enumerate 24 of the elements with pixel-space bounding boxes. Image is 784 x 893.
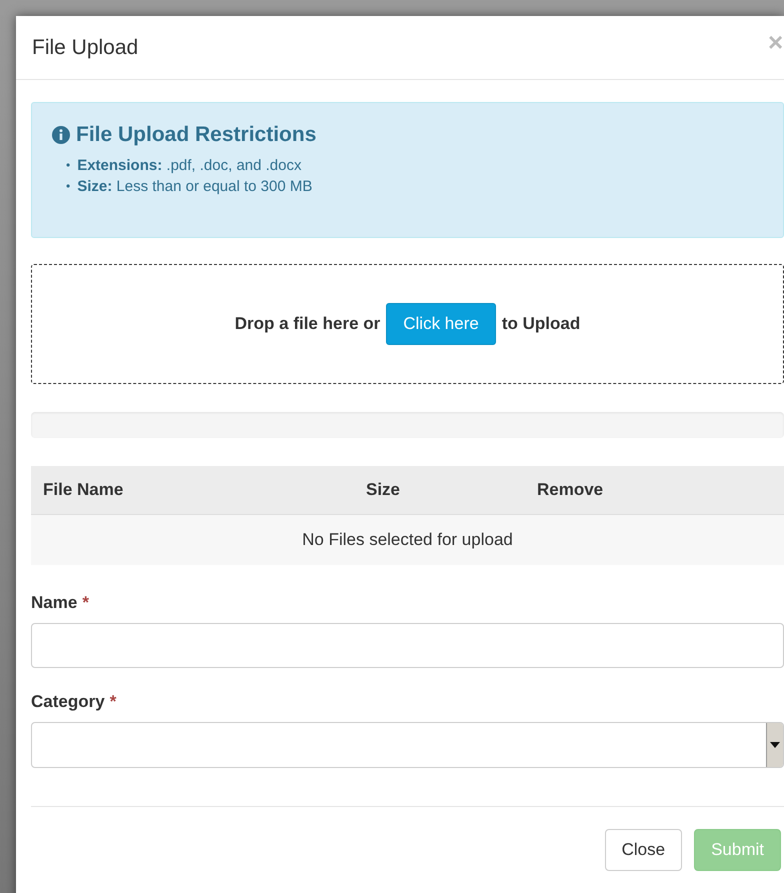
bullet: • (66, 178, 70, 195)
field-label: Name (31, 593, 78, 613)
caret-icon (770, 742, 780, 748)
required-mark: * (110, 692, 116, 712)
close-button[interactable]: Close (604, 829, 682, 871)
drop-zone[interactable]: Drop a file here or Click here to Upload (31, 264, 784, 384)
field-label: Category (31, 692, 105, 712)
name-field[interactable] (31, 623, 784, 668)
alert-title: File Upload Restrictions (76, 123, 316, 147)
empty-message: No Files selected for upload (31, 515, 784, 565)
drop-text: to Upload (502, 314, 580, 334)
bullet: • (66, 157, 70, 174)
required-mark: * (82, 593, 89, 613)
column-header: File Name (43, 480, 124, 500)
restriction-item: Extensions: .pdf, .doc, and .docx (77, 156, 302, 176)
column-header: Size (366, 480, 402, 500)
restriction-item: Size: Less than or equal to 300 MB (77, 177, 312, 197)
click-here-button[interactable]: Click here (386, 303, 496, 345)
column-header: Remove (537, 480, 604, 500)
close-icon[interactable]: × (768, 27, 784, 58)
info-icon (52, 126, 70, 144)
drop-text: Drop a file here or (234, 314, 380, 334)
dialog-title: File Upload (32, 36, 138, 60)
category-select[interactable] (31, 722, 784, 768)
